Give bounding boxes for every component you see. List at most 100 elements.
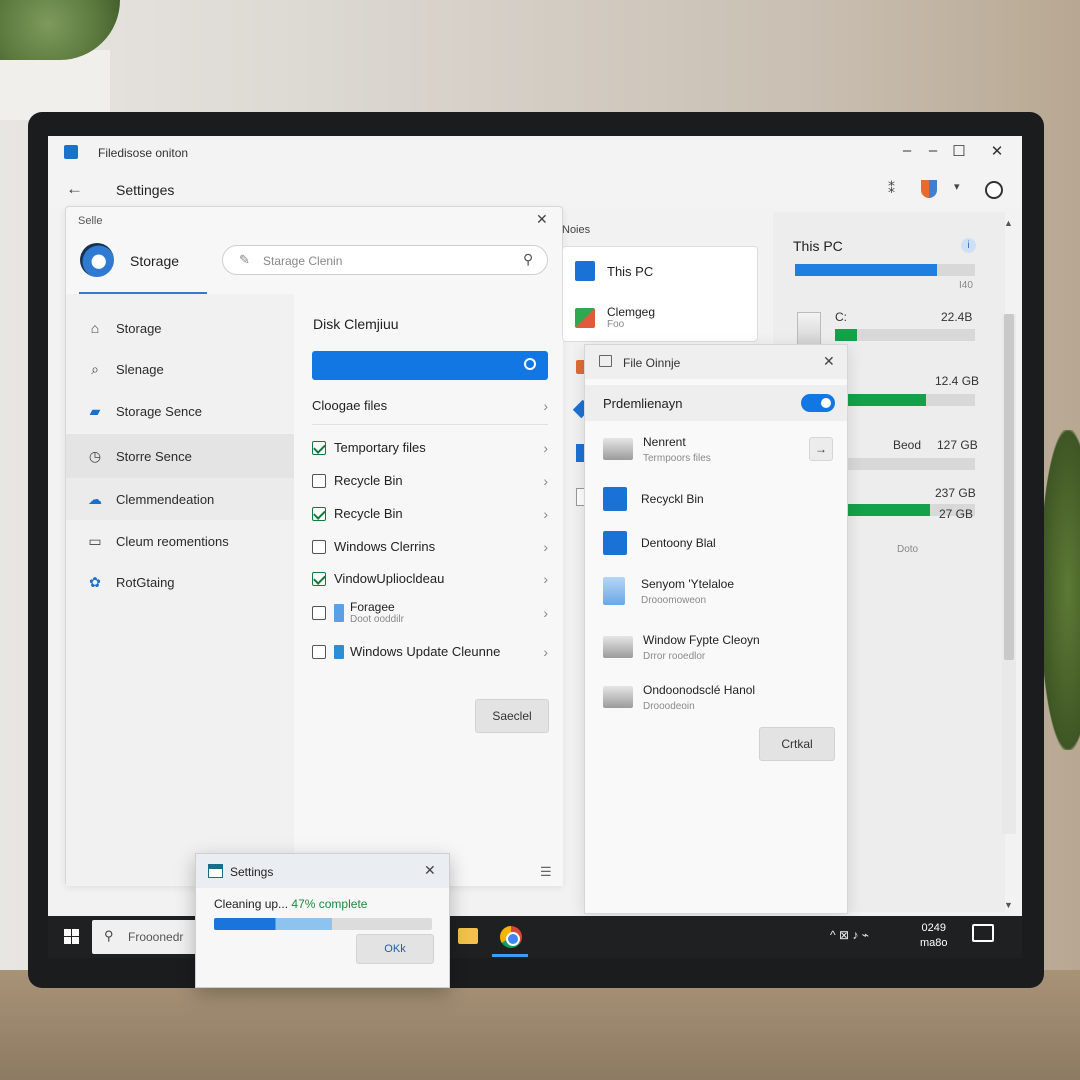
chevron-down-icon[interactable]: ▾ xyxy=(954,180,960,193)
notification-icon[interactable] xyxy=(972,924,994,942)
setting-label: Prdemlienayn xyxy=(603,396,683,411)
cancel-button[interactable]: Crtkal xyxy=(759,727,835,761)
minimize-button-2[interactable]: – xyxy=(922,142,944,159)
settings-grid-icon[interactable]: ⁑ xyxy=(888,180,895,197)
menu-icon[interactable]: ☰ xyxy=(540,864,552,880)
scroll-up-icon[interactable]: ▲ xyxy=(1004,218,1013,228)
file-icon xyxy=(334,603,344,622)
checkbox[interactable] xyxy=(312,644,326,659)
list-item[interactable]: Foragee Doot ooddilr › xyxy=(312,600,548,625)
chevron-right-icon: › xyxy=(543,604,548,621)
list-item[interactable]: Recyckl Bin xyxy=(603,487,839,511)
active-app-indicator xyxy=(492,954,528,957)
nav-bar xyxy=(48,170,1022,208)
search-input[interactable]: ✎ Starage Clenin ⚲ xyxy=(222,245,548,275)
checkbox[interactable] xyxy=(312,506,326,521)
sidebar-item-slenage[interactable]: ⌕ Slenage xyxy=(66,350,294,388)
clock-icon: ◷ xyxy=(88,447,102,464)
chrome-icon[interactable] xyxy=(500,926,522,948)
capacity-fill xyxy=(795,264,938,276)
toast-title: Settings xyxy=(230,865,274,879)
checkbox[interactable] xyxy=(312,440,326,455)
info-icon[interactable]: i xyxy=(961,238,976,253)
scroll-down-icon[interactable]: ▼ xyxy=(1004,900,1013,910)
list-item[interactable]: Ondoonodsclé Hanol Drooodeoin xyxy=(603,681,839,712)
back-arrow-icon[interactable]: ← xyxy=(66,179,83,199)
plant-pot xyxy=(0,50,110,120)
chevron-right-icon: › xyxy=(543,538,548,555)
drive-bar-fill xyxy=(835,329,858,341)
shield-icon[interactable] xyxy=(921,180,937,198)
settings-panel: Selle ✕ Storage ✎ Starage Clenin ⚲ ⌂ Stor… xyxy=(65,206,563,886)
maximize-button[interactable]: ☐ xyxy=(948,142,970,160)
list-item[interactable]: Window Fypte Cleoyn Drror rooedlor xyxy=(603,631,839,662)
list-item[interactable]: Windows Clerrins › xyxy=(312,538,548,555)
expand-button[interactable]: → xyxy=(809,437,833,461)
taskbar-search-text: Frooonedr xyxy=(128,930,184,944)
chevron-right-icon: › xyxy=(543,472,548,489)
settings-toast: Settings ✕ Cleaning up... 47% complete O… xyxy=(195,853,450,988)
checkbox[interactable] xyxy=(312,571,326,586)
chevron-right-icon: › xyxy=(543,505,548,522)
screen: Filedisose oniton – – ☐ ✕ ← Settinges ⁑ … xyxy=(48,136,1022,958)
save-button[interactable]: Saeclel xyxy=(475,699,549,733)
sidebar-item-storre-sence[interactable]: ◷ Storre Sence xyxy=(66,434,294,478)
checkbox[interactable] xyxy=(312,473,326,488)
circle-icon xyxy=(524,358,536,370)
cloud-icon: ☁ xyxy=(88,490,102,507)
app-icon xyxy=(64,145,78,159)
settings-app-icon xyxy=(208,864,223,878)
clock[interactable]: 0249 ma8o xyxy=(920,921,948,951)
drive-bar-fill xyxy=(835,504,931,516)
list-item[interactable]: Temportary files › xyxy=(312,440,548,456)
primary-action-bar[interactable] xyxy=(312,351,548,380)
search-icon: ⌕ xyxy=(91,360,99,377)
list-item[interactable]: This PC xyxy=(575,261,653,281)
checkbox[interactable] xyxy=(312,539,326,554)
sidebar-item-storage-sence[interactable]: ▰ Storage Sence xyxy=(66,392,294,430)
checkbox[interactable] xyxy=(312,605,326,620)
disk-cleanup-title: Disk Clemjiuu xyxy=(313,316,399,332)
file-explorer-icon[interactable] xyxy=(458,928,478,944)
search-icon[interactable]: ⚲ xyxy=(523,251,533,268)
sidebar-item-recommendation[interactable]: ☁ Clemmendeation xyxy=(66,478,294,520)
close-button[interactable]: ✕ xyxy=(986,142,1008,160)
toast-close-button[interactable]: ✕ xyxy=(424,862,436,879)
drive-label: Beod xyxy=(893,438,922,452)
avatar xyxy=(80,243,114,277)
list-item[interactable]: Recycle Bin › xyxy=(312,505,548,522)
drive-size-secondary: 27 GB xyxy=(939,507,974,521)
system-tray-icons[interactable]: ^ ⊠ ♪ ⌁ xyxy=(830,928,869,942)
globe-icon[interactable] xyxy=(985,181,1003,199)
windows-start-icon[interactable] xyxy=(64,929,79,944)
list-item[interactable]: Nenrent Termpoors files xyxy=(603,433,839,464)
progress-fill xyxy=(214,918,432,930)
section-row[interactable]: Cloogae files › xyxy=(312,398,548,414)
list-item[interactable]: VindowUpliocldeau › xyxy=(312,571,548,587)
scrollbar-thumb[interactable] xyxy=(1004,314,1014,660)
monitor-icon xyxy=(603,531,627,555)
ok-button[interactable]: OKk xyxy=(356,934,434,964)
drive-bar xyxy=(835,458,975,470)
progress-bar xyxy=(214,918,432,930)
list-item[interactable]: Clemgeg Foo xyxy=(575,305,655,330)
plant-right xyxy=(1040,430,1080,750)
sidebar-item-storage[interactable]: ⌂ Storage xyxy=(66,309,294,347)
list-item[interactable]: Recycle Bin › xyxy=(312,472,548,489)
list-item[interactable]: Senyom 'Ytelaloe Drooomoweon xyxy=(603,575,839,606)
dialog-close-button[interactable]: ✕ xyxy=(823,353,835,370)
panel-label: Selle xyxy=(78,215,103,227)
list-item[interactable]: Windows Update Cleunne › xyxy=(312,644,548,660)
storage-icon: ▰ xyxy=(89,402,101,419)
list-item[interactable]: Dentoony Blal xyxy=(603,531,839,555)
sidebar-item-cleanup-recommendations[interactable]: ▭ Cleum reomentions xyxy=(66,522,294,560)
panel-close-button[interactable]: ✕ xyxy=(536,211,548,228)
drive-letter: C: xyxy=(835,310,847,324)
toggle-switch[interactable] xyxy=(801,394,835,412)
home-icon: ⌂ xyxy=(90,320,100,336)
minimize-button[interactable]: – xyxy=(896,142,918,159)
storage-heading: Storage xyxy=(130,253,180,269)
drive-icon xyxy=(603,685,633,708)
drive-bar xyxy=(835,394,975,406)
sidebar-item-rotgtaing[interactable]: ✿ RotGtaing xyxy=(66,563,294,601)
